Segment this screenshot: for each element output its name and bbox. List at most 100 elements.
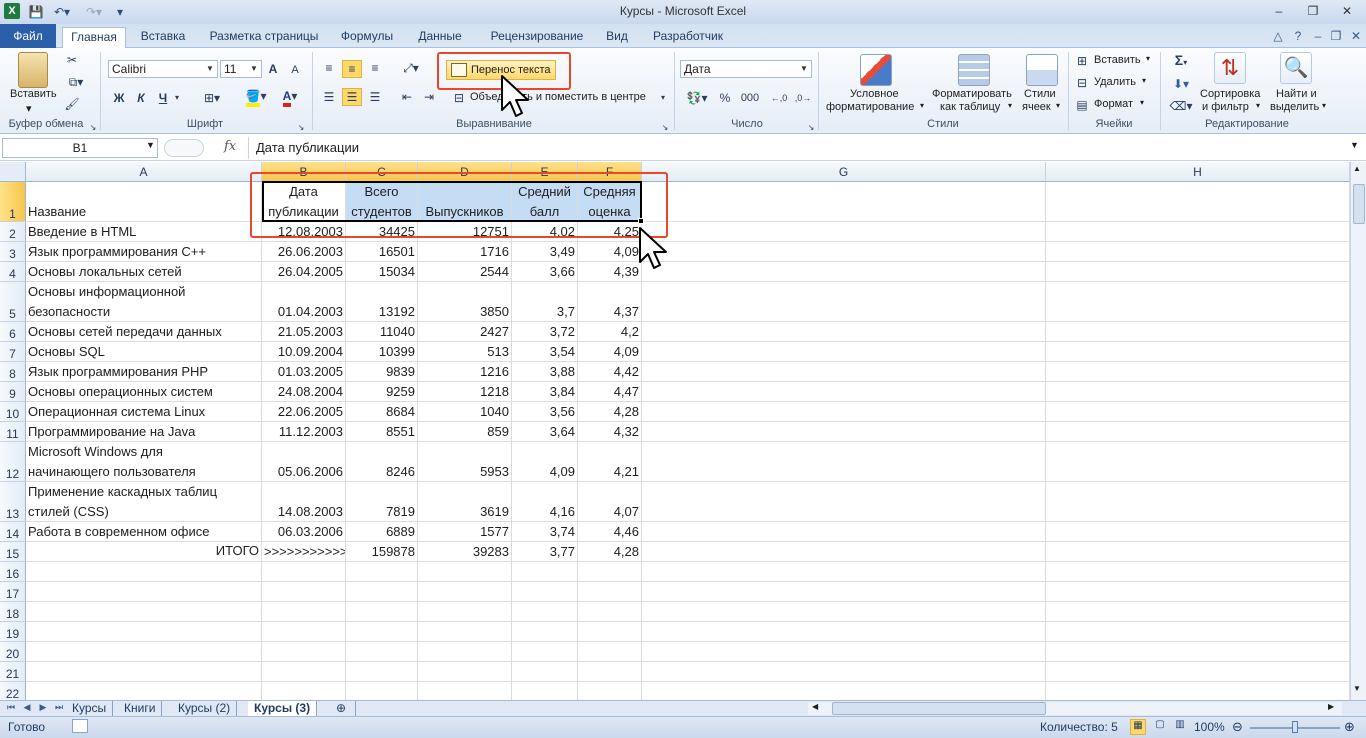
graduates-cell[interactable]: 1716	[418, 242, 512, 262]
cell[interactable]	[26, 622, 262, 642]
normal-view-icon[interactable]: ▦	[1130, 719, 1146, 735]
cell-styles-dropdown-icon[interactable]: ▾	[1056, 101, 1060, 110]
tab-insert[interactable]: Вставка	[134, 27, 192, 48]
tab-home[interactable]: Главная	[62, 27, 126, 49]
sort-filter-label-2[interactable]: и фильтр	[1202, 101, 1249, 113]
decrease-indent-icon[interactable]: ⇤	[398, 89, 416, 105]
number-launcher-icon[interactable]: ↘	[806, 120, 816, 136]
avg-score-cell[interactable]: 3,84	[512, 382, 578, 402]
graduates-cell[interactable]: 513	[418, 342, 512, 362]
format-as-table-dropdown-icon[interactable]: ▾	[1008, 101, 1012, 110]
cell[interactable]	[346, 602, 418, 622]
cell[interactable]	[418, 582, 512, 602]
course-name-cell[interactable]: Введение в HTML	[26, 222, 262, 242]
last-sheet-icon[interactable]: ⏭	[52, 702, 66, 713]
next-sheet-icon[interactable]: ▶	[36, 702, 50, 713]
formula-input[interactable]: Дата публикации	[256, 140, 359, 155]
worksheet-grid[interactable]: ABCDEFGH 1 2 3 4 5 6 7 8 9 10 11 12 13 14 15 16 17 18 19 20…	[0, 162, 1366, 700]
students-cell[interactable]: 11040	[346, 322, 418, 342]
cell[interactable]	[418, 642, 512, 662]
font-color-icon[interactable]: A▾	[276, 88, 304, 107]
sort-filter-label-1[interactable]: Сортировка	[1200, 88, 1260, 100]
close-button[interactable]: ✕	[1334, 2, 1360, 20]
cell[interactable]	[1046, 342, 1350, 362]
doc-close-icon[interactable]: ✕	[1348, 28, 1364, 44]
students-cell[interactable]: 13192	[346, 282, 418, 322]
cell[interactable]	[1046, 282, 1350, 322]
column-header-g[interactable]: G	[642, 162, 1046, 182]
cell[interactable]	[642, 182, 1046, 222]
avg-grade-cell[interactable]: 4,2	[578, 322, 642, 342]
number-format-dropdown-icon[interactable]: ▼	[798, 61, 810, 77]
avg-grade-cell[interactable]: 4,28	[578, 542, 642, 562]
font-launcher-icon[interactable]: ↘	[296, 120, 306, 136]
cell[interactable]	[642, 322, 1046, 342]
graduates-cell[interactable]: 1040	[418, 402, 512, 422]
alignment-launcher-icon[interactable]: ↘	[660, 120, 670, 136]
course-name-cell[interactable]: Программирование на Java	[26, 422, 262, 442]
row-header[interactable]: 21	[0, 662, 26, 682]
cell[interactable]	[578, 662, 642, 682]
students-cell[interactable]: 8551	[346, 422, 418, 442]
graduates-cell[interactable]: 859	[418, 422, 512, 442]
avg-score-cell[interactable]: 3,74	[512, 522, 578, 542]
tab-formulas[interactable]: Формулы	[334, 27, 400, 48]
name-box-dropdown-icon[interactable]: ▼	[146, 140, 155, 150]
cell[interactable]	[578, 602, 642, 622]
font-size-box[interactable]: 11 ▼	[220, 60, 262, 78]
cell[interactable]	[578, 562, 642, 582]
conditional-formatting-label-1[interactable]: Условное	[850, 88, 899, 100]
avg-score-cell[interactable]: 3,56	[512, 402, 578, 422]
help-icon[interactable]: ?	[1290, 28, 1306, 44]
cell[interactable]	[1046, 422, 1350, 442]
cell[interactable]	[642, 382, 1046, 402]
insert-cells-dropdown-icon[interactable]: ▾	[1146, 54, 1150, 63]
page-break-view-icon[interactable]: ▥	[1172, 719, 1188, 735]
cell[interactable]	[642, 402, 1046, 422]
macro-record-icon[interactable]	[72, 719, 88, 733]
students-cell[interactable]: 8246	[346, 442, 418, 482]
course-name-cell[interactable]: Основы информационной безопасности	[26, 282, 262, 322]
cell[interactable]	[26, 642, 262, 662]
scroll-left-icon[interactable]: ◀	[812, 702, 818, 711]
cell[interactable]	[346, 642, 418, 662]
cell[interactable]	[262, 582, 346, 602]
cut-icon[interactable]: ✂	[64, 52, 80, 68]
avg-score-cell[interactable]: 3,88	[512, 362, 578, 382]
merge-center-icon[interactable]: ⊟	[450, 90, 468, 106]
conditional-formatting-icon[interactable]	[860, 54, 892, 86]
paste-label[interactable]: Вставить	[10, 88, 57, 100]
cell[interactable]	[26, 662, 262, 682]
date-cell[interactable]: 24.08.2004	[262, 382, 346, 402]
course-name-cell[interactable]: Основы SQL	[26, 342, 262, 362]
cell[interactable]	[512, 682, 578, 700]
row-header[interactable]: 22	[0, 682, 26, 700]
find-select-label-1[interactable]: Найти и	[1276, 88, 1317, 100]
course-name-cell[interactable]: Язык программирования С++	[26, 242, 262, 262]
ribbon-minimize-icon[interactable]: △	[1270, 28, 1286, 44]
format-as-table-label-2[interactable]: как таблицу	[940, 101, 1000, 113]
cell[interactable]	[642, 342, 1046, 362]
row-header[interactable]: 14	[0, 522, 26, 542]
bold-button[interactable]: Ж	[112, 90, 126, 106]
cell[interactable]	[578, 682, 642, 700]
fill-icon[interactable]: ⬇▾	[1168, 76, 1194, 92]
autosum-icon[interactable]: Σ▾	[1168, 52, 1194, 71]
zoom-slider-thumb[interactable]	[1292, 721, 1298, 733]
row-header[interactable]: 16	[0, 562, 26, 582]
cell[interactable]	[512, 562, 578, 582]
decrease-decimal-icon[interactable]: ,0→	[794, 90, 812, 106]
scroll-up-icon[interactable]: ▲	[1353, 164, 1361, 173]
cell[interactable]	[578, 622, 642, 642]
cell[interactable]	[1046, 182, 1350, 222]
cell[interactable]	[418, 662, 512, 682]
format-cells-dropdown-icon[interactable]: ▾	[1140, 98, 1144, 107]
font-name-box[interactable]: Calibri ▼	[108, 60, 218, 78]
tab-file[interactable]: Файл	[0, 24, 56, 48]
avg-grade-cell[interactable]: 4,28	[578, 402, 642, 422]
row-header[interactable]: 4	[0, 262, 26, 282]
date-cell[interactable]: 26.04.2005	[262, 262, 346, 282]
font-size-dropdown-icon[interactable]: ▼	[248, 61, 260, 77]
tab-view[interactable]: Вид	[600, 27, 634, 48]
insert-function-icon[interactable]: fx	[224, 139, 236, 154]
